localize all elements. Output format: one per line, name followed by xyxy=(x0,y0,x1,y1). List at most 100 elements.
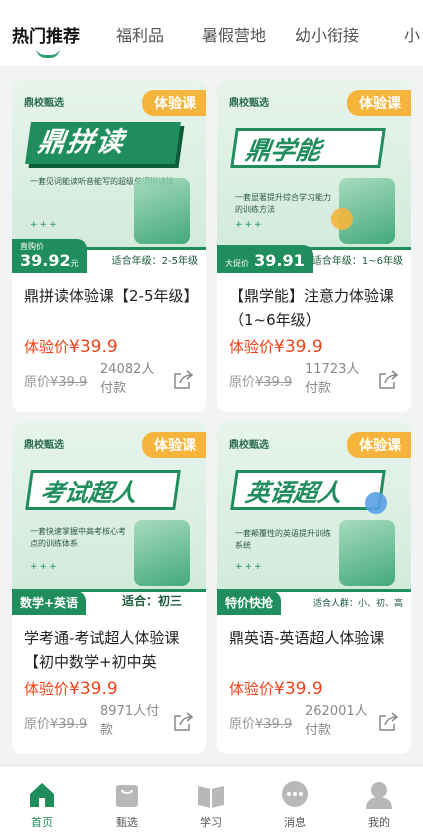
brand-label: 鼎校甄选 xyxy=(229,440,269,451)
nav-study-label: 学习 xyxy=(200,816,222,829)
illustration xyxy=(339,520,395,586)
course-thumbnail: 鼎校甄选 体验课 考试超人 一套快速掌握中高考核心考点的训练体系 +++ 数学+… xyxy=(12,422,206,615)
share-icon[interactable] xyxy=(172,712,194,732)
bottom-nav: 首页 甄选 学习 消息 我的 xyxy=(0,765,423,835)
nav-home[interactable]: 首页 xyxy=(0,766,84,835)
trial-price: 体验价¥39.9 xyxy=(24,336,118,357)
course-card[interactable]: 鼎校甄选 体验课 考试超人 一套快速掌握中高考核心考点的训练体系 +++ 数学+… xyxy=(12,422,206,754)
user-icon xyxy=(366,782,392,809)
tab-summer-camp[interactable]: 暑假营地 xyxy=(202,22,266,46)
original-price: 原价¥39.9 xyxy=(24,713,87,732)
tab-indicator xyxy=(36,48,60,58)
course-card[interactable]: 鼎校甄选 体验课 英语超人 一套颠覆性的英语提升训练系统 +++ 特价快抢 适合… xyxy=(217,422,411,754)
thumbnail-subline: 一套颠覆性的英语提升训练系统 xyxy=(235,529,331,550)
book-icon xyxy=(198,786,224,808)
original-price-value: ¥39.9 xyxy=(255,375,293,390)
thumbnail-subline: 一套快速掌握中高考核心考点的训练体系 xyxy=(30,527,126,548)
share-icon[interactable] xyxy=(377,712,399,732)
original-price-value: ¥39.9 xyxy=(50,375,88,390)
trial-price: 体验价¥39.9 xyxy=(229,678,323,699)
abc-decoration xyxy=(365,492,387,514)
illustration xyxy=(134,178,190,244)
course-title[interactable]: 【鼎学能】注意力体验课（1~6年级） xyxy=(229,284,401,332)
trial-price-value: ¥39.9 xyxy=(69,337,118,357)
original-price: 原价¥39.9 xyxy=(24,371,87,390)
share-icon[interactable] xyxy=(172,370,194,390)
thumbnail-headline: 英语超人 xyxy=(230,470,386,510)
home-icon xyxy=(30,783,54,807)
nav-select-label: 甄选 xyxy=(116,816,138,829)
trial-price-label: 体验价 xyxy=(24,680,70,698)
nav-profile[interactable]: 我的 xyxy=(337,766,421,835)
promo-price-tag: 大促价 39.91 xyxy=(217,245,313,273)
bulb-decoration xyxy=(331,208,353,230)
promo-price-label: 大促价 xyxy=(225,259,249,268)
brand-label: 鼎校甄选 xyxy=(24,98,64,109)
grade-label: 适合：初三 xyxy=(121,594,182,608)
nav-messages-label: 消息 xyxy=(284,816,306,829)
promo-price-unit: 元 xyxy=(70,259,79,268)
trial-badge: 体验课 xyxy=(347,432,411,458)
thumbnail-headline: 鼎拼读 xyxy=(25,122,181,164)
tab-kindergarten-transition[interactable]: 幼小衔接 xyxy=(295,22,359,46)
trial-price: 体验价¥39.9 xyxy=(24,678,118,699)
tab-hot-recommend[interactable]: 热门推荐 xyxy=(12,22,80,47)
original-price: 原价¥39.9 xyxy=(229,371,292,390)
purchase-count: 8971人付款 xyxy=(100,704,160,738)
grade-label: 适合年级：1~6年级 xyxy=(311,256,403,267)
illustration xyxy=(134,520,190,586)
promo-price-value: 39.91 xyxy=(254,251,305,270)
purchase-count: 24082人付款 xyxy=(100,362,155,396)
trial-badge: 体验课 xyxy=(142,90,206,116)
grade-label: 适合年级：2-5年级 xyxy=(111,256,198,267)
thumbnail-subline: 一套显著提升综合学习能力的训练方法 xyxy=(235,193,331,214)
thumbnail-headline: 鼎学能 xyxy=(230,128,386,168)
trial-price-label: 体验价 xyxy=(24,338,70,356)
brand-label: 鼎校甄选 xyxy=(229,98,269,109)
trial-price-value: ¥39.9 xyxy=(69,679,118,699)
promo-tag: 特价快抢 xyxy=(217,591,282,615)
trial-price-value: ¥39.9 xyxy=(274,337,323,357)
original-price: 原价¥39.9 xyxy=(229,713,292,732)
decor-plus: +++ xyxy=(235,220,264,230)
brand-label: 鼎校甄选 xyxy=(24,440,64,451)
promo-price-tag: 直购价 39.92元 xyxy=(12,239,87,273)
tab-welfare[interactable]: 福利品 xyxy=(116,22,164,46)
trial-price: 体验价¥39.9 xyxy=(229,336,323,357)
decor-plus: +++ xyxy=(30,220,59,230)
trial-badge: 体验课 xyxy=(347,90,411,116)
nav-profile-label: 我的 xyxy=(368,816,390,829)
original-price-value: ¥39.9 xyxy=(255,717,293,732)
share-icon[interactable] xyxy=(377,370,399,390)
chat-icon xyxy=(282,781,308,807)
promo-price-label: 直购价 xyxy=(20,242,44,251)
decor-plus: +++ xyxy=(235,562,264,572)
decor-plus: +++ xyxy=(30,562,59,572)
course-title[interactable]: 学考通-考试超人体验课【初中数学+初中英 xyxy=(24,626,196,674)
course-card[interactable]: 鼎校甄选 体验课 鼎学能 一套显著提升综合学习能力的训练方法 +++ 大促价 3… xyxy=(217,80,411,412)
original-price-label: 原价 xyxy=(229,717,256,732)
course-thumbnail: 鼎校甄选 体验课 英语超人 一套颠覆性的英语提升训练系统 +++ 特价快抢 适合… xyxy=(217,422,411,615)
course-title[interactable]: 鼎英语-英语超人体验课 xyxy=(229,626,401,674)
original-price-label: 原价 xyxy=(229,375,256,390)
thumbnail-headline: 考试超人 xyxy=(25,470,181,510)
promo-price-value: 39.92 xyxy=(20,251,71,270)
course-card[interactable]: 鼎校甄选 体验课 鼎拼读 一套见词能读听音能写的超级单词拼读法 +++ 直购价 … xyxy=(12,80,206,412)
original-price-label: 原价 xyxy=(24,717,51,732)
nav-study[interactable]: 学习 xyxy=(169,766,253,835)
top-tab-bar: 热门推荐 福利品 暑假营地 幼小衔接 小 xyxy=(0,0,423,66)
trial-price-value: ¥39.9 xyxy=(274,679,323,699)
nav-messages[interactable]: 消息 xyxy=(253,766,337,835)
bag-icon xyxy=(116,785,138,807)
purchase-count: 262001人付款 xyxy=(305,704,368,738)
tab-more[interactable]: 小 xyxy=(404,22,420,46)
nav-select[interactable]: 甄选 xyxy=(85,766,169,835)
subject-tag: 数学+英语 xyxy=(12,591,87,615)
course-title[interactable]: 鼎拼读体验课【2-5年级】 xyxy=(24,284,196,332)
original-price-value: ¥39.9 xyxy=(50,717,88,732)
purchase-count: 11723人付款 xyxy=(305,362,360,396)
trial-price-label: 体验价 xyxy=(229,338,275,356)
course-thumbnail: 鼎校甄选 体验课 鼎学能 一套显著提升综合学习能力的训练方法 +++ 大促价 3… xyxy=(217,80,411,273)
course-thumbnail: 鼎校甄选 体验课 鼎拼读 一套见词能读听音能写的超级单词拼读法 +++ 直购价 … xyxy=(12,80,206,273)
nav-home-label: 首页 xyxy=(31,816,53,829)
